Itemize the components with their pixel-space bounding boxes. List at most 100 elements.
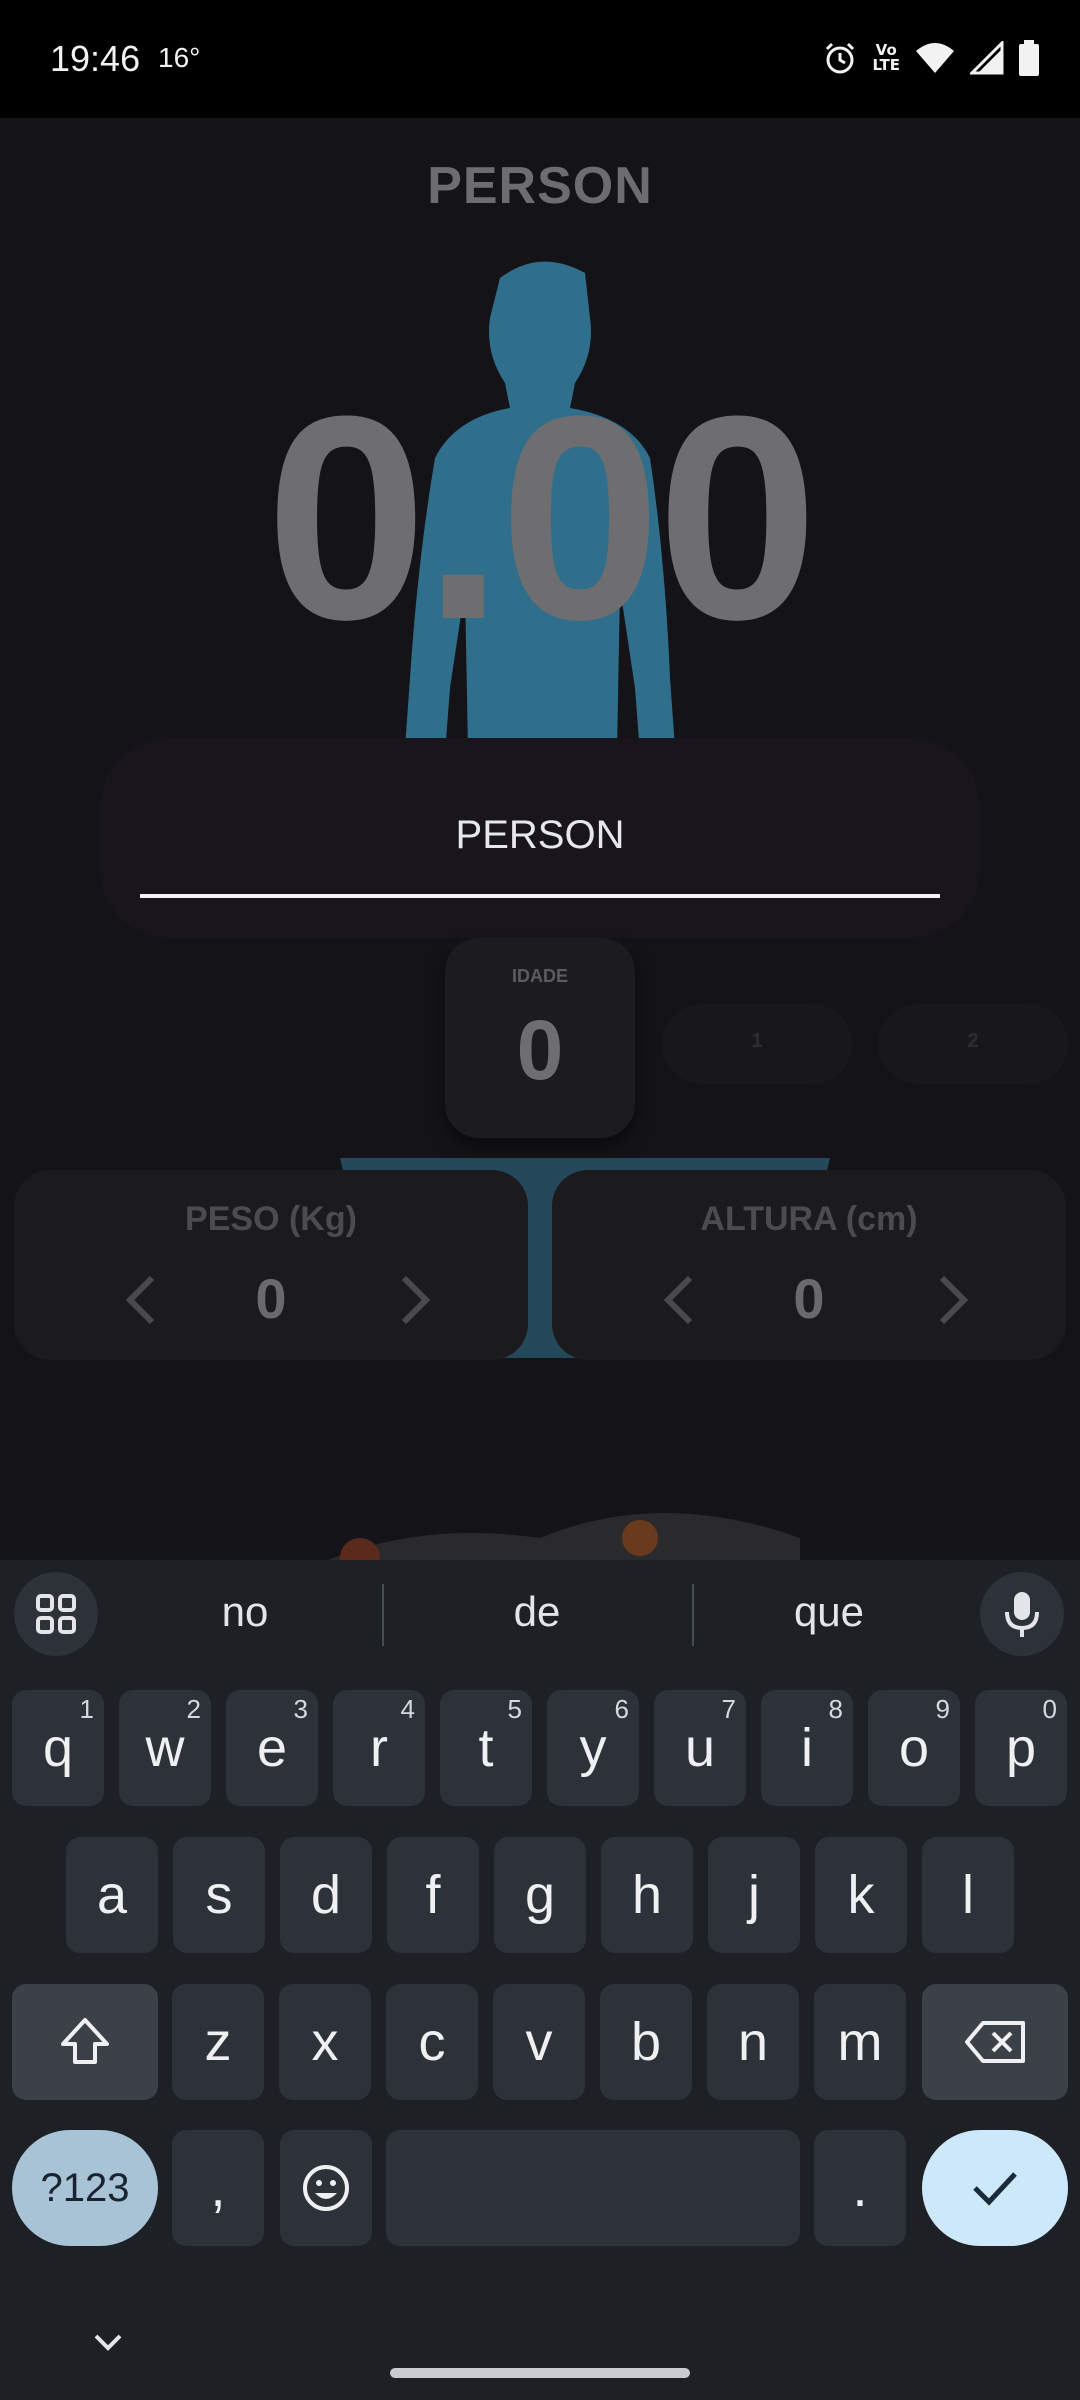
- key-g[interactable]: g: [494, 1837, 586, 1953]
- volte-icon: Vo LTE: [872, 43, 900, 73]
- key-label: h: [631, 1865, 663, 1925]
- key-k[interactable]: k: [815, 1837, 907, 1953]
- age-value: 0: [516, 1003, 564, 1097]
- shift-key[interactable]: [12, 1984, 158, 2100]
- shift-icon: [61, 2018, 109, 2064]
- key-s[interactable]: s: [173, 1837, 265, 1953]
- status-temperature: 16°: [158, 42, 201, 73]
- soft-keyboard: no de que ?123 , . q 1 w 2 e 3 r 4 t 5 y…: [0, 1560, 1080, 2400]
- backspace-key[interactable]: [922, 1984, 1068, 2100]
- key-z[interactable]: z: [172, 1984, 264, 2100]
- alarm-icon: [826, 42, 855, 74]
- signal-icon: [970, 41, 1004, 75]
- key-label: f: [425, 1865, 441, 1925]
- key-j[interactable]: j: [708, 1837, 800, 1953]
- key-hint: 8: [828, 1694, 843, 1724]
- key-d[interactable]: d: [280, 1837, 372, 1953]
- key-n[interactable]: n: [707, 1984, 799, 2100]
- key-e[interactable]: e3: [226, 1690, 318, 1806]
- comma-key[interactable]: ,: [172, 2130, 264, 2246]
- key-label: a: [96, 1865, 128, 1925]
- microphone-icon: [1005, 1592, 1039, 1637]
- app-screen: PERSON 0.00 PERSON IDADE 0 1 2 PESO (Kg)…: [0, 118, 1080, 1560]
- space-key[interactable]: [386, 2130, 800, 2246]
- volte-line-2: LTE: [872, 56, 900, 74]
- key-label: t: [478, 1718, 494, 1778]
- key-x[interactable]: x: [279, 1984, 371, 2100]
- weight-increase-icon[interactable]: [382, 1270, 442, 1330]
- key-f[interactable]: f: [387, 1837, 479, 1953]
- key-label: x: [311, 2012, 339, 2072]
- ghost-pill-2[interactable]: 2: [878, 1004, 1068, 1084]
- keyboard-menu-button[interactable]: [14, 1572, 98, 1656]
- height-card: ALTURA (cm) 0: [552, 1170, 1066, 1360]
- status-time: 19:46: [50, 38, 141, 79]
- home-gesture-bar[interactable]: [390, 2368, 690, 2378]
- key-u[interactable]: u7: [654, 1690, 746, 1806]
- key-q[interactable]: q1: [12, 1690, 104, 1806]
- key-v[interactable]: v: [493, 1984, 585, 2100]
- period-key[interactable]: .: [814, 2130, 906, 2246]
- key-label: o: [898, 1718, 930, 1778]
- key-p[interactable]: p0: [975, 1690, 1067, 1806]
- suggestion-1[interactable]: no: [120, 1588, 370, 1636]
- key-l[interactable]: l: [922, 1837, 1014, 1953]
- key-label: y: [579, 1718, 607, 1778]
- suggestion-bar: no de que: [0, 1560, 1080, 1670]
- grid-icon: [36, 1594, 76, 1634]
- backspace-icon: [965, 2021, 1025, 2063]
- suggestion-2[interactable]: de: [412, 1588, 662, 1636]
- height-increase-icon[interactable]: [920, 1270, 980, 1330]
- key-c[interactable]: c: [386, 1984, 478, 2100]
- name-input[interactable]: PERSON: [0, 813, 1080, 858]
- key-i[interactable]: i8: [761, 1690, 853, 1806]
- suggestion-divider: [382, 1584, 384, 1646]
- key-label: n: [737, 2012, 769, 2072]
- key-w[interactable]: w2: [119, 1690, 211, 1806]
- voice-input-button[interactable]: [980, 1572, 1064, 1656]
- key-hint: 7: [721, 1694, 736, 1724]
- status-bar: 19:46 16° Vo LTE: [0, 0, 1080, 118]
- key-label: p: [1005, 1718, 1037, 1778]
- key-t[interactable]: t5: [440, 1690, 532, 1806]
- key-label: g: [524, 1865, 556, 1925]
- battery-icon: [1019, 40, 1039, 76]
- wifi-icon: [916, 43, 954, 73]
- emoji-key[interactable]: [280, 2130, 372, 2246]
- ghost-pill-1[interactable]: 1: [662, 1004, 852, 1084]
- emoji-icon: [303, 2165, 349, 2211]
- key-hint: 1: [79, 1694, 94, 1724]
- key-label: u: [684, 1718, 716, 1778]
- key-label: w: [145, 1718, 185, 1778]
- key-y[interactable]: y6: [547, 1690, 639, 1806]
- name-input-underline: [140, 894, 940, 898]
- key-m[interactable]: m: [814, 1984, 906, 2100]
- key-o[interactable]: o9: [868, 1690, 960, 1806]
- status-icons: Vo LTE: [822, 40, 1040, 76]
- key-hint: 4: [400, 1694, 415, 1724]
- bottom-illustration: [328, 1513, 800, 1560]
- key-hint: 6: [614, 1694, 629, 1724]
- key-label: q: [42, 1718, 74, 1778]
- key-b[interactable]: b: [600, 1984, 692, 2100]
- key-h[interactable]: h: [601, 1837, 693, 1953]
- key-label: m: [837, 2012, 883, 2072]
- key-r[interactable]: r4: [333, 1690, 425, 1806]
- key-hint: 5: [507, 1694, 522, 1724]
- check-icon: [973, 2172, 1017, 2206]
- weight-card: PESO (Kg) 0: [14, 1170, 528, 1360]
- key-label: e: [256, 1718, 288, 1778]
- enter-key[interactable]: [922, 2130, 1068, 2246]
- key-a[interactable]: a: [66, 1837, 158, 1953]
- suggestion-3[interactable]: que: [704, 1588, 954, 1636]
- result-value: 0.00: [265, 356, 818, 680]
- symbols-key[interactable]: ?123: [12, 2130, 158, 2246]
- hide-keyboard-icon[interactable]: [90, 2330, 126, 2356]
- ghost-pill-2-label: 2: [967, 1030, 979, 1052]
- key-label: d: [310, 1865, 342, 1925]
- key-hint: 9: [935, 1694, 950, 1724]
- key-hint: 3: [293, 1694, 308, 1724]
- age-card[interactable]: IDADE 0: [445, 938, 635, 1138]
- height-value: 0: [793, 1267, 825, 1330]
- key-label: z: [204, 2012, 232, 2072]
